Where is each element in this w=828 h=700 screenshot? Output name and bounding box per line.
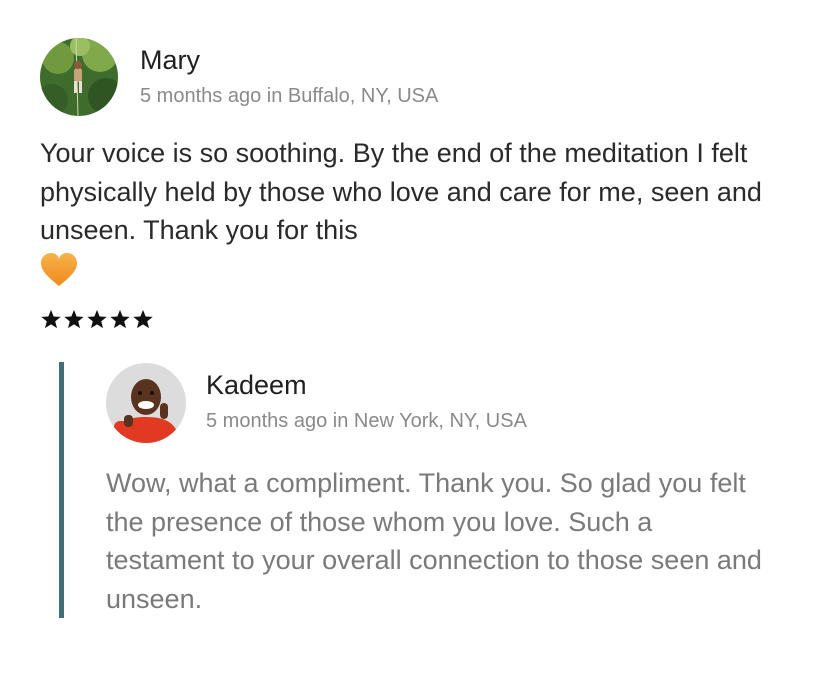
- reviewer-avatar[interactable]: [40, 38, 118, 116]
- reviewer-photo: [40, 38, 118, 116]
- reply-meta: 5 months ago in New York, NY, USA: [206, 410, 527, 432]
- reviewer-name[interactable]: Mary: [140, 45, 200, 76]
- star-icon: [109, 309, 131, 330]
- review-text: Your voice is so soothing. By the end of…: [40, 138, 762, 245]
- orange-heart-icon: [40, 252, 810, 299]
- review-body: Your voice is so soothing. By the end of…: [40, 134, 810, 298]
- star-icon: [132, 309, 154, 330]
- star-icon: [40, 309, 62, 330]
- rating-stars: [40, 309, 154, 330]
- replier-name[interactable]: Kadeem: [206, 370, 307, 401]
- replier-avatar[interactable]: [106, 363, 186, 443]
- review-card: Mary 5 months ago in Buffalo, NY, USA Yo…: [0, 0, 828, 700]
- star-icon: [86, 309, 108, 330]
- reply-indicator-bar: [59, 362, 64, 618]
- review-meta: 5 months ago in Buffalo, NY, USA: [140, 85, 439, 107]
- replier-photo: [106, 363, 186, 443]
- star-icon: [63, 309, 85, 330]
- reply-text: Wow, what a compliment. Thank you. So gl…: [106, 468, 762, 614]
